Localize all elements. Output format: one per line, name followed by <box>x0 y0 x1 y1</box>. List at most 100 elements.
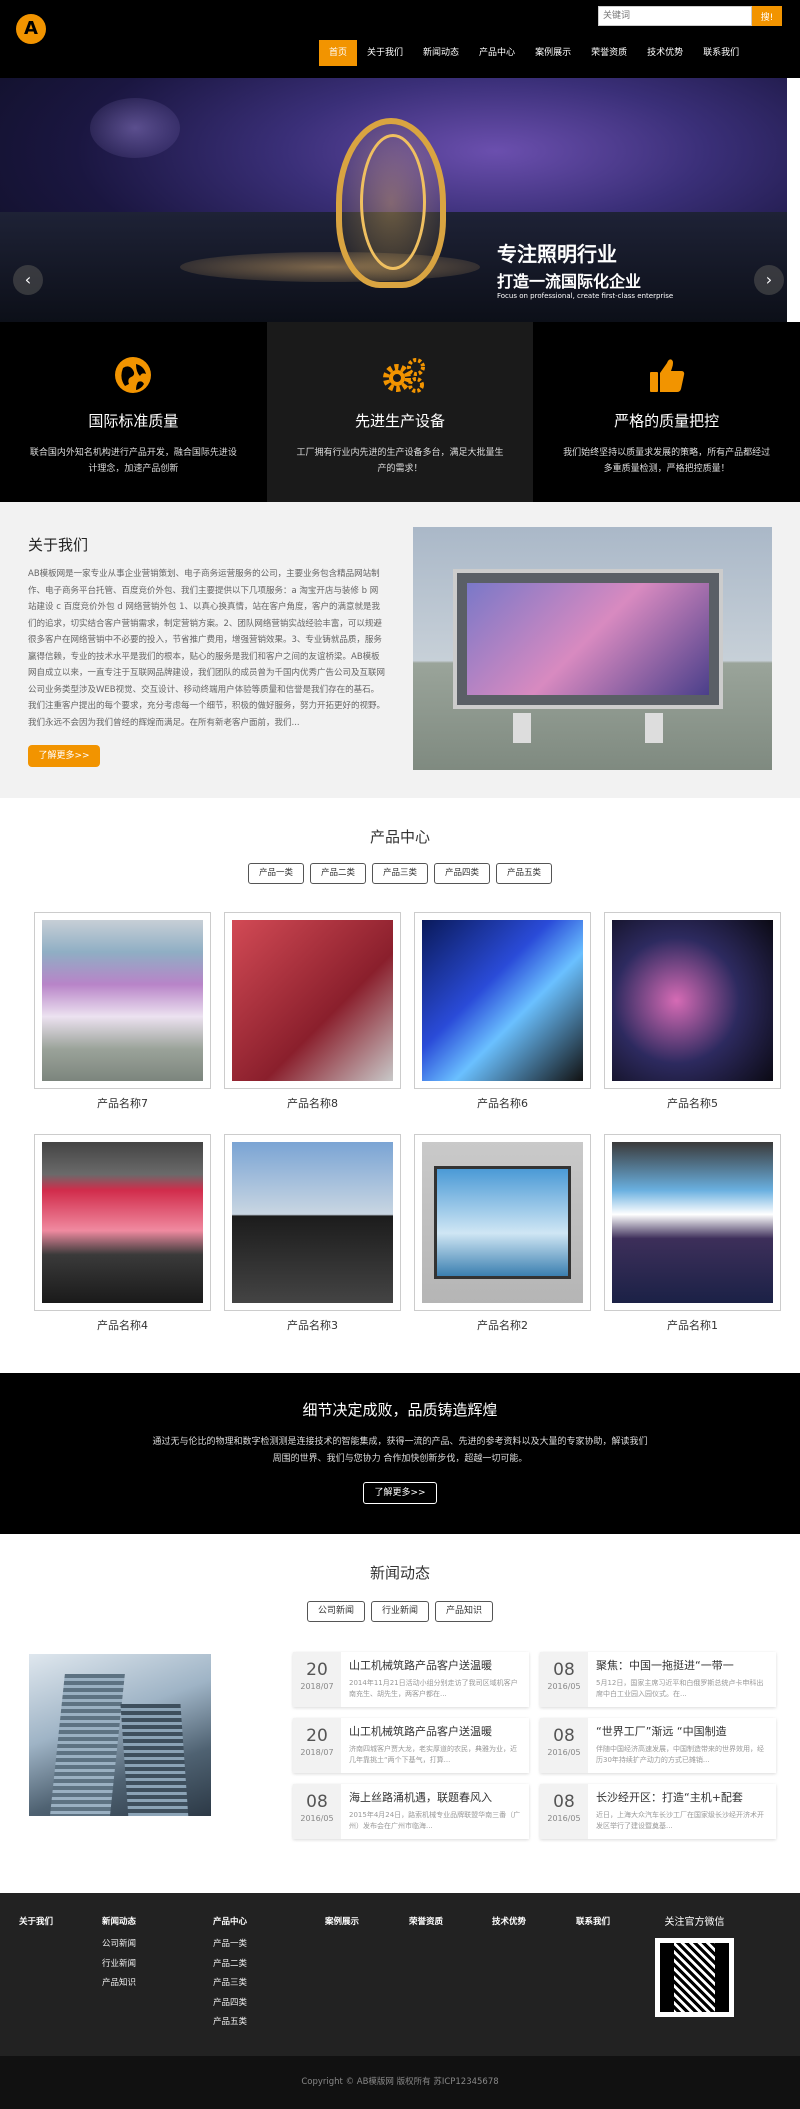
footer-link[interactable]: 产品知识 <box>102 1974 136 1994</box>
tab-product-category-4[interactable]: 产品四类 <box>434 863 491 884</box>
news-photo <box>29 1654 211 1816</box>
product-thumbnail[interactable] <box>604 1134 781 1311</box>
search-button[interactable]: 搜! <box>752 6 782 26</box>
nav-item-products[interactable]: 产品中心 <box>469 40 525 66</box>
product-card[interactable]: 产品名称1 <box>604 1134 781 1333</box>
sky-glow <box>90 98 180 158</box>
footer-col-about: 关于我们 <box>19 1915 53 1935</box>
news-headline[interactable]: 山工机械筑路产品客户送温暖 <box>349 1657 523 1673</box>
detail-title: 细节决定成败，品质铸造辉煌 <box>302 1401 498 1419</box>
about-photo <box>413 527 772 770</box>
footer-heading[interactable]: 技术优势 <box>492 1915 526 1927</box>
product-name[interactable]: 产品名称7 <box>34 1095 211 1111</box>
news-summary: 2014年11月21日活动小组分别走访了我司区域机客户南充生、胡先生，两客户都在… <box>349 1679 518 1698</box>
nav-item-about[interactable]: 关于我们 <box>357 40 413 66</box>
tab-product-category-5[interactable]: 产品五类 <box>496 863 553 884</box>
nav-item-home[interactable]: 首页 <box>319 40 358 66</box>
product-card[interactable]: 产品名称8 <box>224 912 401 1111</box>
product-name[interactable]: 产品名称6 <box>414 1095 591 1111</box>
product-name[interactable]: 产品名称8 <box>224 1095 401 1111</box>
news-headline[interactable]: 长沙经开区：打造“主机+配套 <box>596 1789 770 1805</box>
product-thumbnail[interactable] <box>604 912 781 1089</box>
news-date: 08 2016/05 <box>293 1784 341 1839</box>
product-card[interactable]: 产品名称5 <box>604 912 781 1111</box>
footer-col-products: 产品中心 产品一类 产品二类 产品三类 产品四类 产品五类 <box>213 1915 247 2033</box>
about-more-button[interactable]: 了解更多>> <box>28 745 100 767</box>
globe-icon <box>114 356 152 394</box>
news-item[interactable]: 20 2018/07 山工机械筑路产品客户送温暖 2014年11月21日活动小组分别… <box>293 1652 529 1707</box>
nav-item-contact[interactable]: 联系我们 <box>693 40 749 66</box>
news-date: 08 2016/05 <box>540 1652 588 1707</box>
footer-link[interactable]: 行业新闻 <box>102 1955 136 1975</box>
nav-item-cases[interactable]: 案例展示 <box>525 40 581 66</box>
news-headline[interactable]: 海上丝路涌机遇，联题春风入 <box>349 1789 523 1805</box>
nav-item-honors[interactable]: 荣誉资质 <box>581 40 637 66</box>
chevron-left-icon: ‹ <box>24 270 32 289</box>
footer-link[interactable]: 产品二类 <box>213 1955 247 1975</box>
about-section: 关于我们 AB模板网是一家专业从事企业营销策划、电子商务运营服务的公司，主要业务… <box>0 502 800 798</box>
about-title: 关于我们 <box>28 536 89 554</box>
footer-heading[interactable]: 产品中心 <box>213 1915 247 1927</box>
news-year-month: 2018/07 <box>300 1748 334 1757</box>
news-date: 20 2018/07 <box>293 1718 341 1773</box>
news-item[interactable]: 08 2016/05 海上丝路涌机遇，联题春风入 2015年4月24日，路索机械专业… <box>293 1784 529 1839</box>
banner-prev-button[interactable]: ‹ <box>13 265 43 295</box>
product-thumbnail[interactable] <box>224 1134 401 1311</box>
footer-heading[interactable]: 荣誉资质 <box>409 1915 443 1927</box>
product-thumbnail[interactable] <box>414 1134 591 1311</box>
tab-industry-news[interactable]: 行业新闻 <box>370 1601 429 1622</box>
news-item[interactable]: 08 2016/05 长沙经开区：打造“主机+配套 近日，上海大众汽车长沙工厂在国家… <box>540 1784 776 1839</box>
footer-link[interactable]: 产品五类 <box>213 2013 247 2033</box>
product-thumbnail[interactable] <box>224 912 401 1089</box>
news-item[interactable]: 08 2016/05 聚焦：中国一拖挺进“一带一 5月12日，国家主席习近平和白俄罗… <box>540 1652 776 1707</box>
news-list: 20 2018/07 山工机械筑路产品客户送温暖 2014年11月21日活动小组分别… <box>293 1652 783 1839</box>
detail-more-button[interactable]: 了解更多>> <box>363 1482 437 1504</box>
news-headline[interactable]: 山工机械筑路产品客户送温暖 <box>349 1723 523 1739</box>
product-card[interactable]: 产品名称2 <box>414 1134 591 1333</box>
news-year-month: 2016/05 <box>547 1814 581 1823</box>
news-item[interactable]: 20 2018/07 山工机械筑路产品客户送温暖 济南四城客户贾大龙，老实厚道的农民… <box>293 1718 529 1773</box>
product-name[interactable]: 产品名称2 <box>414 1317 591 1333</box>
search-input[interactable] <box>598 6 752 26</box>
news-day: 08 <box>306 1792 328 1812</box>
search-box: 搜! <box>598 6 782 26</box>
nav-item-news[interactable]: 新闻动态 <box>413 40 469 66</box>
product-card[interactable]: 产品名称7 <box>34 912 211 1111</box>
footer-link[interactable]: 产品四类 <box>213 1994 247 2014</box>
tab-product-category-3[interactable]: 产品三类 <box>371 863 428 884</box>
news-headline[interactable]: “世界工厂”渐远 “中国制造 <box>596 1723 770 1739</box>
news-item[interactable]: 08 2016/05 “世界工厂”渐远 “中国制造 伴随中国经济高速发展，中国制造带… <box>540 1718 776 1773</box>
footer-link[interactable]: 产品三类 <box>213 1974 247 1994</box>
product-name[interactable]: 产品名称1 <box>604 1317 781 1333</box>
tab-company-news[interactable]: 公司新闻 <box>306 1601 365 1622</box>
screen-stand <box>513 713 663 743</box>
news-headline[interactable]: 聚焦：中国一拖挺进“一带一 <box>596 1657 770 1673</box>
product-thumbnail[interactable] <box>34 1134 211 1311</box>
news-summary: 伴随中国经济高速发展，中国制造带来的世界效用，经历30年持续扩产动力的方式已摊销… <box>596 1745 764 1764</box>
product-thumbnail[interactable] <box>414 912 591 1089</box>
footer-link[interactable]: 公司新闻 <box>102 1935 136 1955</box>
product-card[interactable]: 产品名称4 <box>34 1134 211 1333</box>
logo[interactable]: A <box>16 14 46 44</box>
product-name[interactable]: 产品名称4 <box>34 1317 211 1333</box>
footer-heading[interactable]: 新闻动态 <box>102 1915 136 1927</box>
footer-heading[interactable]: 关于我们 <box>19 1915 53 1927</box>
features-row: 国际标准质量 联合国内外知名机构进行产品开发，融合国际先进设计理念，加速产品创新… <box>0 322 800 502</box>
products-tabs: 产品一类 产品二类 产品三类 产品四类 产品五类 <box>0 863 800 884</box>
product-card[interactable]: 产品名称6 <box>414 912 591 1111</box>
banner-next-button[interactable]: › <box>754 265 784 295</box>
tab-product-category-1[interactable]: 产品一类 <box>247 863 304 884</box>
footer-col-contact: 联系我们 <box>576 1915 610 1935</box>
product-thumbnail[interactable] <box>34 912 211 1089</box>
product-name[interactable]: 产品名称5 <box>604 1095 781 1111</box>
product-card[interactable]: 产品名称3 <box>224 1134 401 1333</box>
tab-product-knowledge[interactable]: 产品知识 <box>435 1601 494 1622</box>
footer-heading[interactable]: 联系我们 <box>576 1915 610 1927</box>
tab-product-category-2[interactable]: 产品二类 <box>309 863 366 884</box>
feature-desc: 工厂拥有行业内先进的生产设备多台，满足大批量生产的需求！ <box>296 448 504 474</box>
footer-heading[interactable]: 案例展示 <box>325 1915 359 1927</box>
nav-item-technology[interactable]: 技术优势 <box>637 40 693 66</box>
news-tabs: 公司新闻 行业新闻 产品知识 <box>0 1601 800 1622</box>
product-name[interactable]: 产品名称3 <box>224 1317 401 1333</box>
footer-link[interactable]: 产品一类 <box>213 1935 247 1955</box>
